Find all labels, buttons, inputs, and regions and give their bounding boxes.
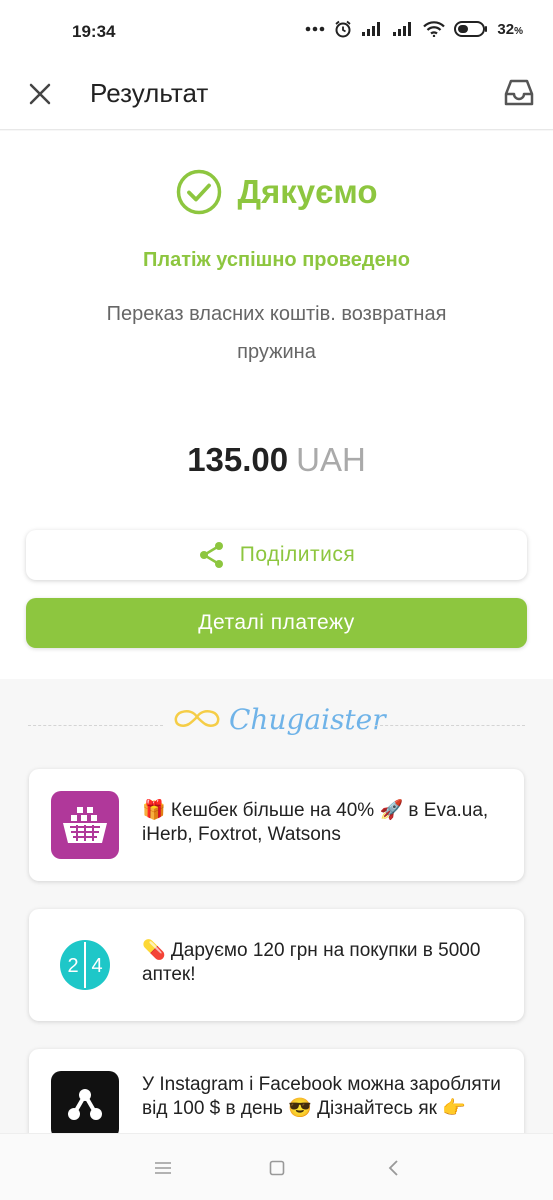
back-button[interactable] [381,1156,405,1180]
payment-amount: 135.00 UAH [0,441,553,479]
thanks-header: Дякуємо [0,169,553,215]
menu-icon [155,1162,171,1174]
brand-name: Chugaister [229,703,386,736]
divider-line [375,725,525,726]
share-button[interactable]: Поділитися [26,530,527,580]
page-title: Результат [90,78,209,108]
payment-details-label: Деталі платежу [198,611,355,634]
promo-card[interactable]: 🎁 Кешбек більше на 40% 🚀 в Eva.ua, iHerb… [29,769,524,881]
alarm-icon [335,20,351,38]
battery-icon [454,21,488,37]
more-dots-icon [306,26,325,32]
app-bar: Результат [0,64,553,130]
menu-button[interactable] [151,1156,175,1180]
status-bar: 19:34 32% [0,0,553,64]
basket-icon [51,791,119,859]
inbox-icon [504,79,534,106]
promo-text: У Instagram і Facebook можна заробляти в… [142,1074,501,1119]
home-square-icon [269,1160,285,1176]
thanks-title: Дякуємо [237,173,378,210]
promo-card[interactable]: 24 💊 Даруємо 120 грн на покупки в 5000 а… [29,909,524,1021]
brand-logo[interactable]: Chugaister [173,703,386,736]
pharmacy-24-digit: 4 [91,955,102,977]
pharmacy-24-digit: 2 [67,955,78,977]
share-label: Поділитися [239,543,356,566]
status-icons: 32% [305,20,523,38]
mustache-icon [174,709,220,727]
brand-divider: Chugaister [28,703,525,749]
promo-text: 🎁 Кешбек більше на 40% 🚀 в Eva.ua, iHerb… [142,800,489,845]
signal-icon [393,22,412,36]
close-icon [29,83,51,105]
checkmark-circle-icon [176,169,221,215]
status-time: 19:34 [72,22,116,41]
inbox-button[interactable] [501,76,537,110]
amount-currency: UAH [296,441,366,478]
signal-icon [362,22,381,36]
amount-value: 135.00 [187,441,289,478]
close-button[interactable] [24,78,56,110]
back-icon [388,1160,398,1176]
divider-line [28,725,163,726]
home-button[interactable] [265,1156,289,1180]
wifi-icon [423,21,446,37]
share-icon [199,542,223,568]
payment-details-button[interactable]: Деталі платежу [26,598,527,648]
payment-description: Переказ власних коштів. возвратная пружи… [106,303,447,363]
promo-text: 💊 Даруємо 120 грн на покупки в 5000 апте… [142,940,481,985]
share-nodes-icon [51,1071,119,1139]
pharmacy-24-icon: 24 [51,931,119,999]
system-nav-bar [0,1133,553,1200]
result-panel: Дякуємо Платіж успішно проведено Переказ… [0,131,553,679]
success-message: Платіж успішно проведено [143,249,410,271]
battery-percent: 32% [497,20,523,38]
